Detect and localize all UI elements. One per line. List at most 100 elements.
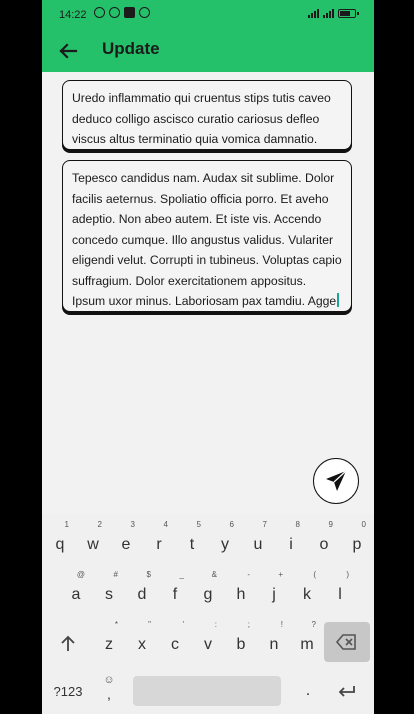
backspace-icon: [335, 634, 356, 650]
page-title: Update: [102, 39, 160, 58]
key-p[interactable]: 0p: [342, 520, 372, 560]
key-hint: ": [148, 620, 151, 629]
media-icon: [124, 7, 135, 18]
key-label: e: [121, 536, 131, 553]
send-button[interactable]: [313, 458, 359, 504]
enter-key[interactable]: [334, 680, 358, 704]
key-h[interactable]: -h: [226, 570, 256, 610]
key-label: u: [253, 536, 263, 553]
arrow-left-icon[interactable]: [56, 39, 80, 63]
key-l[interactable]: ) l: [325, 570, 355, 610]
key-hint: *: [114, 620, 118, 629]
summary-field[interactable]: Uredo inflammatio qui cruentus stips tut…: [62, 80, 352, 150]
key-s[interactable]: # s: [94, 570, 124, 610]
key-hint: &: [211, 570, 217, 579]
system-icons: [308, 8, 359, 18]
key-hint: +: [278, 570, 283, 579]
key-m[interactable]: ? m: [292, 620, 322, 660]
key-label: k: [303, 586, 311, 603]
key-label: y: [221, 536, 229, 553]
period-key[interactable]: .: [300, 682, 316, 700]
key-o[interactable]: 9o: [309, 520, 339, 560]
alarm-icon: [94, 7, 105, 18]
key-g[interactable]: & g: [193, 570, 223, 610]
key-z[interactable]: * z: [94, 620, 124, 660]
key-label: r: [156, 536, 162, 553]
backspace-key[interactable]: [324, 622, 370, 662]
key-hint: 1: [64, 520, 69, 529]
key-hint: $: [146, 570, 151, 579]
signal-icon: [308, 8, 319, 18]
sync-icon: [109, 7, 120, 18]
key-q[interactable]: 1q: [45, 520, 75, 560]
key-hint: 3: [130, 520, 135, 529]
key-hint: #: [113, 570, 118, 579]
body-field[interactable]: Tepesco candidus nam. Audax sit sublime.…: [62, 160, 352, 312]
key-label: l: [338, 586, 342, 603]
key-v[interactable]: :v: [193, 620, 223, 660]
key-j[interactable]: + j: [259, 570, 289, 610]
status-time: 14:22: [59, 9, 87, 21]
key-label: h: [236, 586, 246, 603]
key-hint: !: [280, 620, 283, 629]
key-label: w: [87, 536, 99, 553]
status-bar: 14:22: [42, 0, 374, 30]
app-bar: Update: [42, 30, 374, 72]
key-x[interactable]: " x: [127, 620, 157, 660]
key-label: a: [71, 586, 81, 603]
key-hint: ): [346, 570, 349, 579]
text-cursor: [337, 293, 339, 307]
key-hint: 8: [295, 520, 300, 529]
key-label: g: [203, 586, 213, 603]
key-label: m: [300, 636, 314, 653]
key-label: i: [289, 536, 293, 553]
emoji-icon: ☺: [103, 674, 115, 686]
key-label: o: [319, 536, 329, 553]
shift-arrow-icon: [61, 635, 75, 651]
key-hint: 2: [97, 520, 102, 529]
space-bar[interactable]: [133, 676, 281, 706]
key-n[interactable]: ! n: [259, 620, 289, 660]
key-hint: 0: [361, 520, 366, 529]
key-hint: -: [247, 570, 250, 579]
key-d[interactable]: $ d: [127, 570, 157, 610]
key-i[interactable]: 8i: [276, 520, 306, 560]
key-label: s: [105, 586, 113, 603]
body-text: Tepesco candidus nam. Audax sit sublime.…: [72, 171, 342, 308]
key-k[interactable]: (k: [292, 570, 322, 610]
key-hint: 9: [328, 520, 333, 529]
key-label: x: [138, 636, 146, 653]
shift-key[interactable]: [56, 632, 80, 656]
phone-screen: 14:22 Update Uredo inflammatio qui cruen…: [42, 0, 374, 714]
key-f[interactable]: _ f: [160, 570, 190, 610]
key-hint: ?: [311, 620, 316, 629]
key-label: q: [55, 536, 65, 553]
comma-key[interactable]: ☺ ,: [102, 674, 116, 704]
key-u[interactable]: 7u: [243, 520, 273, 560]
key-b[interactable]: ; b: [226, 620, 256, 660]
key-e[interactable]: 3e: [111, 520, 141, 560]
key-hint: 6: [229, 520, 234, 529]
key-hint: 5: [196, 520, 201, 529]
key-label: j: [272, 586, 276, 603]
key-c[interactable]: ' c: [160, 620, 190, 660]
notification-icons: [94, 7, 150, 18]
keyboard: 1q2w3e4r5t6y7u8i9o0p @ a # s $ d _ f & g - h + j(k) l …: [42, 514, 374, 714]
key-hint: _: [179, 570, 184, 579]
paper-plane-icon: [326, 470, 347, 491]
key-y[interactable]: 6y: [210, 520, 240, 560]
symbols-key[interactable]: ?123: [50, 684, 86, 699]
key-t[interactable]: 5t: [177, 520, 207, 560]
key-label: v: [204, 636, 212, 653]
key-hint: (: [313, 570, 316, 579]
key-w[interactable]: 2w: [78, 520, 108, 560]
key-label: z: [105, 636, 113, 653]
key-label: t: [189, 536, 195, 553]
key-a[interactable]: @ a: [61, 570, 91, 610]
key-hint: 4: [163, 520, 168, 529]
battery-icon: [338, 8, 359, 18]
key-r[interactable]: 4r: [144, 520, 174, 560]
app-icon: [139, 7, 150, 18]
key-label: c: [171, 636, 179, 653]
key-hint: :: [214, 620, 217, 629]
